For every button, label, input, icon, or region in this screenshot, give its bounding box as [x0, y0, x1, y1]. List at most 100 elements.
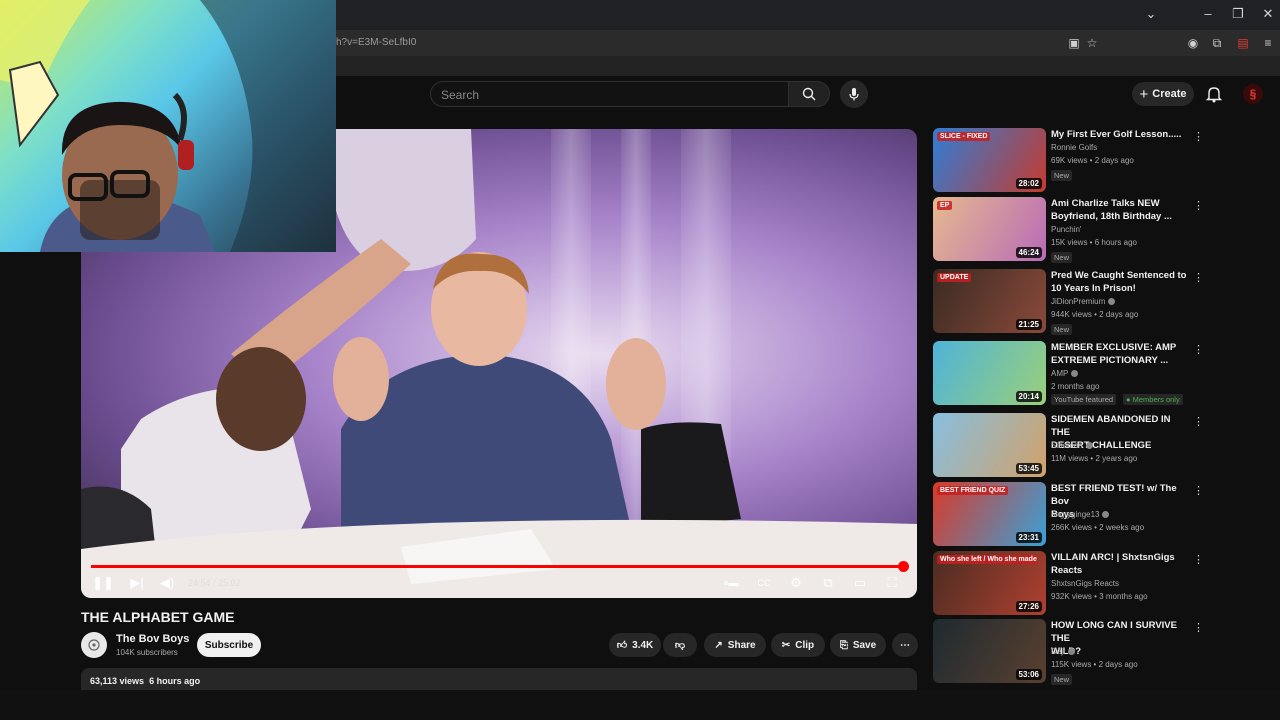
tab-list-icon[interactable]: ⌄	[1141, 6, 1161, 22]
subscribe-button[interactable]: Subscribe	[197, 633, 261, 657]
close-icon[interactable]: ✕	[1258, 6, 1278, 22]
taskbar	[0, 690, 1280, 720]
progress-scrubber[interactable]	[897, 561, 909, 572]
recommendation-item[interactable]: Who she left / Who she made 27:26 VILLAIN …	[933, 551, 1204, 615]
play-pause-icon: ❚❚	[92, 575, 114, 590]
recommendation-title[interactable]: VILLAIN ARC! | ShxtsnGigs Reacts	[1051, 551, 1191, 577]
recommendation-item[interactable]: EP 46:24 Ami Charlize Talks NEW Boyfriend, …	[933, 197, 1204, 263]
recommendation-channel[interactable]: Sidemen	[1051, 441, 1093, 450]
recommendation-thumbnail[interactable]: BEST FRIEND QUIZ 23:31	[933, 482, 1046, 546]
progress-bar[interactable]	[91, 561, 909, 572]
recommendation-badge: YouTube featured	[1051, 394, 1117, 405]
settings-button[interactable]: ⚙	[787, 575, 805, 591]
video-duration: 21:25	[1015, 319, 1042, 330]
app-root: ⌄ – ❐ ✕ h?v=E3M-SeLfbI0 ▣ ☆ ◉ ⧉ ▤ ≡ Sear…	[0, 0, 1280, 720]
miniplayer-button[interactable]: ⧉	[819, 575, 837, 591]
recommendation-thumbnail[interactable]: SLICE - FIXED 28:02	[933, 128, 1046, 192]
recommendation-channel[interactable]: Ronnie Golfs	[1051, 143, 1097, 152]
recommendation-title[interactable]: Ami Charlize Talks NEW Boyfriend, 18th Bi…	[1051, 197, 1191, 223]
recommendation-title-line: MEMBER EXCLUSIVE: AMP	[1051, 342, 1177, 353]
theater-button[interactable]: ▭	[851, 575, 869, 591]
recommendation-channel-name: angryginge13	[1051, 510, 1100, 519]
like-button[interactable]: 👍︎ 3.4K	[609, 633, 661, 657]
user-avatar[interactable]: §	[1243, 84, 1263, 104]
verified-icon	[1108, 298, 1116, 305]
bookmark-star-icon[interactable]: ☆	[1084, 35, 1100, 51]
recommendation-channel[interactable]: JiDionPremium	[1051, 297, 1116, 306]
recommendation-item[interactable]: BEST FRIEND QUIZ 23:31 BEST FRIEND TEST! w…	[933, 482, 1204, 546]
search-input[interactable]: Search	[430, 81, 788, 107]
more-options-icon[interactable]: ⋮	[1193, 130, 1204, 143]
more-options-icon[interactable]: ⋮	[1193, 415, 1204, 428]
search-button[interactable]	[788, 81, 830, 107]
recommendation-item[interactable]: 20:14 MEMBER EXCLUSIVE: AMP EXTREME PICTIO…	[933, 341, 1204, 405]
recommendation-item[interactable]: 53:45 SIDEMEN ABANDONED IN THE DESERT CHAL…	[933, 413, 1204, 477]
fullscreen-icon: ⛶	[887, 575, 897, 590]
recommendation-title[interactable]: MEMBER EXCLUSIVE: AMP EXTREME PICTIONARY …	[1051, 341, 1191, 367]
recommendation-thumbnail[interactable]: 20:14	[933, 341, 1046, 405]
captions-button[interactable]: CC	[755, 575, 773, 591]
play-pause-button[interactable]: ❚❚	[92, 575, 114, 591]
recommendation-title[interactable]: Pred We Caught Sentenced to 10 Years In P…	[1051, 269, 1191, 295]
clip-button[interactable]: ✂ Clip	[771, 633, 825, 657]
extension-badge-icon[interactable]: ▤	[1235, 35, 1251, 51]
recommendation-channel[interactable]: angryginge13	[1051, 510, 1110, 519]
save-button[interactable]: ⎘ Save	[830, 633, 886, 657]
recommendation-badge: New	[1051, 674, 1073, 685]
time-display: 24:54 / 25:02	[188, 578, 241, 588]
share-button[interactable]: ↗ Share	[704, 633, 766, 657]
recommendation-thumbnail[interactable]: EP 46:24	[933, 197, 1046, 261]
url-text[interactable]: h?v=E3M-SeLfbI0	[336, 37, 416, 48]
recommendation-thumbnail[interactable]: UPDATE 21:25	[933, 269, 1046, 333]
channel-avatar[interactable]	[81, 632, 107, 658]
settings-icon: ⚙	[790, 575, 802, 590]
menu-icon[interactable]: ≡	[1260, 35, 1276, 51]
verified-icon	[1102, 511, 1110, 518]
bookmark-icon: ⎘	[839, 639, 848, 651]
next-button[interactable]: ▶|	[129, 575, 145, 591]
create-button[interactable]: + Create	[1132, 82, 1194, 106]
account-icon[interactable]: ◉	[1185, 35, 1201, 51]
more-options-icon[interactable]: ⋮	[1193, 271, 1204, 284]
recommendation-item[interactable]: UPDATE 21:25 Pred We Caught Sentenced to 10…	[933, 269, 1204, 335]
recommendation-item[interactable]: 53:06 HOW LONG CAN I SURVIVE THE WILD? Deji…	[933, 619, 1204, 685]
autoplay-toggle[interactable]: ⏸▬	[721, 575, 741, 591]
voice-search-button[interactable]	[840, 80, 868, 108]
notifications-button[interactable]	[1204, 84, 1224, 104]
fullscreen-button[interactable]: ⛶	[883, 575, 901, 591]
dislike-button[interactable]: 👎︎	[663, 633, 697, 657]
save-label: Save	[852, 639, 877, 651]
like-count: 3.4K	[632, 639, 654, 651]
webcam-overlay	[0, 0, 336, 252]
thumbnail-caption: Who she left / Who she made	[937, 555, 1037, 564]
channel-name[interactable]: The Bov Boys	[116, 633, 189, 645]
recommendation-channel[interactable]: Punchin'	[1051, 225, 1081, 234]
more-actions-button[interactable]: ⋯	[892, 633, 918, 657]
description-box[interactable]: 63,113 views 6 hours ago	[81, 668, 917, 690]
more-options-icon[interactable]: ⋮	[1193, 199, 1204, 212]
more-options-icon[interactable]: ⋮	[1193, 553, 1204, 566]
more-options-icon[interactable]: ⋮	[1193, 621, 1204, 634]
recommendation-title[interactable]: My First Ever Golf Lesson.....	[1051, 128, 1191, 141]
recommendation-channel-name: Sidemen	[1051, 441, 1083, 450]
share-icon: ↗	[714, 639, 723, 651]
extensions-icon[interactable]: ⧉	[1209, 35, 1225, 51]
volume-button[interactable]: ◀)	[159, 575, 175, 591]
clip-label: Clip	[795, 639, 815, 651]
recommendation-channel[interactable]: AMP	[1051, 369, 1079, 378]
more-options-icon[interactable]: ⋮	[1193, 484, 1204, 497]
minimize-icon[interactable]: –	[1198, 6, 1218, 21]
recommendation-channel-name: Punchin'	[1051, 225, 1082, 234]
recommendation-channel[interactable]: ShxtsnGigs Reacts	[1051, 579, 1119, 588]
recommendation-title-line: BEST FRIEND TEST! w/ The Bov	[1051, 483, 1177, 507]
more-options-icon[interactable]: ⋮	[1193, 343, 1204, 356]
recommendation-channel[interactable]: Deji	[1051, 647, 1075, 656]
maximize-icon[interactable]: ❐	[1228, 6, 1248, 22]
webcam-frame	[0, 0, 336, 252]
recommendation-thumbnail[interactable]: 53:06	[933, 619, 1046, 683]
recommendation-thumbnail[interactable]: 53:45	[933, 413, 1046, 477]
mic-icon	[849, 88, 859, 101]
recommendation-item[interactable]: SLICE - FIXED 28:02 My First Ever Golf Les…	[933, 128, 1204, 192]
recommendation-thumbnail[interactable]: Who she left / Who she made 27:26	[933, 551, 1046, 615]
translate-icon[interactable]: ▣	[1066, 35, 1082, 51]
